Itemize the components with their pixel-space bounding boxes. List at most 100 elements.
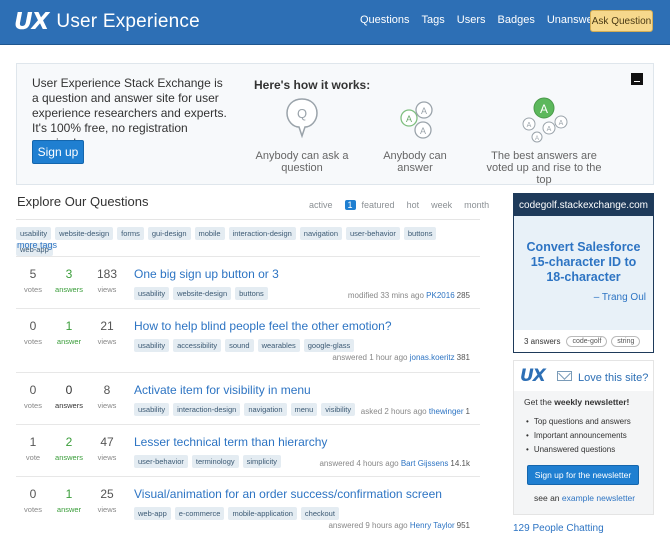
- tab-week[interactable]: week: [431, 200, 452, 210]
- more-tags-link[interactable]: more tags: [17, 240, 57, 250]
- tab-featured[interactable]: featured: [362, 200, 395, 210]
- vote-count: 5 votes: [24, 267, 42, 294]
- vote-count: 1 vote: [25, 435, 41, 462]
- featured-question-ad[interactable]: codegolf.stackexchange.com Convert Sales…: [513, 193, 654, 353]
- example-newsletter-link[interactable]: example newsletter: [562, 493, 635, 503]
- tag-chip[interactable]: usability: [134, 403, 170, 416]
- list-item: Unanswered questions: [526, 443, 631, 457]
- question-tags: usability website-design buttons: [134, 287, 272, 303]
- nav-questions[interactable]: Questions: [360, 14, 410, 26]
- tag-chip[interactable]: usability: [16, 227, 52, 240]
- question-tags: web-app e-commerce mobile-application ch…: [134, 507, 343, 523]
- answer-count: 2 answers: [55, 435, 83, 462]
- tab-active[interactable]: active: [309, 200, 333, 210]
- view-count: 25 views: [97, 487, 117, 514]
- how-it-works-title: Here's how it works:: [254, 78, 371, 92]
- user-link[interactable]: Bart Gijssens: [401, 459, 449, 468]
- question-meta: answered 9 hours ago Henry Taylor 951: [328, 521, 470, 530]
- question-title[interactable]: One big sign up button or 3: [134, 267, 279, 281]
- user-link[interactable]: PK2016: [426, 291, 454, 300]
- tag-chip[interactable]: menu: [290, 403, 318, 416]
- top-bar: UX User Experience Questions Tags Users …: [0, 0, 670, 45]
- newsletter-features: Top questions and answers Important anno…: [526, 415, 631, 457]
- question-row: 1 vote 2 answers 47 views Lesser technical …: [16, 424, 480, 476]
- question-row: 0 votes 1 answer 25 views Visual/animation …: [16, 476, 480, 538]
- tag-chip[interactable]: visibility: [321, 403, 356, 416]
- tag-chip[interactable]: sound: [225, 339, 254, 352]
- tag-chip[interactable]: e-commerce: [174, 507, 225, 520]
- newsletter-example: see an example newsletter: [534, 493, 636, 503]
- tag-chip[interactable]: user-behavior: [134, 455, 188, 468]
- tag-chip[interactable]: navigation: [299, 227, 342, 240]
- answer-count: 1 answer: [56, 487, 82, 514]
- tag-chip[interactable]: web-app: [134, 507, 171, 520]
- tag-chip[interactable]: buttons: [403, 227, 437, 240]
- question-tabs: active 1 featured hot week month: [309, 200, 501, 210]
- question-row: 0 votes 0 answers 8 views Activate item for…: [16, 372, 480, 424]
- tag-chip[interactable]: buttons: [235, 287, 268, 300]
- tag-chip[interactable]: interaction-design: [173, 403, 241, 416]
- tag-chip[interactable]: wearables: [257, 339, 300, 352]
- question-bubble-icon: Q: [286, 98, 318, 139]
- user-link[interactable]: jonas.koeritz: [410, 353, 455, 362]
- featured-count-badge: 1: [344, 200, 356, 210]
- question-row: 5 votes 3 answers 183 views One big sign up…: [16, 256, 480, 308]
- tab-hot[interactable]: hot: [407, 200, 420, 210]
- tag-chip[interactable]: checkout: [300, 507, 339, 520]
- tag-chip[interactable]: interaction-design: [228, 227, 296, 240]
- question-title[interactable]: How to help blind people feel the other …: [134, 319, 392, 333]
- tag-chip[interactable]: gui-design: [147, 227, 191, 240]
- tag-chip[interactable]: usability: [134, 339, 170, 352]
- ask-question-button[interactable]: Ask Question: [590, 10, 653, 32]
- vote-count: 0 votes: [24, 319, 42, 346]
- tag-chip[interactable]: simplicity: [242, 455, 282, 468]
- site-logo[interactable]: UX User Experience: [14, 9, 200, 35]
- question-meta: modified 33 mins ago PK2016 285: [347, 291, 470, 300]
- nav-badges[interactable]: Badges: [498, 14, 535, 26]
- view-count: 8 views: [97, 383, 117, 410]
- newsletter-signup-button[interactable]: Sign up for the newsletter: [527, 465, 639, 485]
- question-meta: asked 2 hours ago thewinger 1: [360, 407, 470, 416]
- logo-mark: UX: [14, 9, 49, 35]
- ad-question-title: Convert Salesforce 15-character ID to 18…: [526, 240, 641, 284]
- question-title[interactable]: Visual/animation for an order success/co…: [134, 487, 442, 501]
- tag-chip[interactable]: accessibility: [173, 339, 222, 352]
- explore-title: Explore Our Questions: [17, 194, 149, 209]
- answer-count: 1 answer: [56, 319, 82, 346]
- close-intro-icon[interactable]: [631, 73, 643, 85]
- envelope-icon: [557, 371, 572, 381]
- tag-chip[interactable]: terminology: [191, 455, 239, 468]
- answer-bubbles-icon: A A A: [400, 101, 433, 139]
- tag-chip[interactable]: google-glass: [303, 339, 355, 352]
- how-step-vote-caption: The best answers are voted up and rise t…: [486, 150, 602, 186]
- nav-users[interactable]: Users: [457, 14, 486, 26]
- tag-chip[interactable]: navigation: [244, 403, 287, 416]
- tag-chip[interactable]: mobile: [194, 227, 225, 240]
- newsletter-intro: Get the weekly newsletter!: [524, 397, 630, 407]
- tag-chip[interactable]: string: [611, 335, 641, 347]
- tag-chip[interactable]: website-design: [55, 227, 114, 240]
- tag-chip[interactable]: usability: [134, 287, 170, 300]
- ad-answer-count: 3 answers: [524, 336, 561, 346]
- tag-chip[interactable]: mobile-application: [228, 507, 297, 520]
- tab-month[interactable]: month: [464, 200, 489, 210]
- question-tags: user-behavior terminology simplicity: [134, 455, 285, 471]
- svg-text:A: A: [535, 136, 539, 142]
- answer-count: 3 answers: [55, 267, 83, 294]
- question-meta: answered 1 hour ago jonas.koeritz 381: [332, 353, 470, 362]
- tag-chip[interactable]: website-design: [173, 287, 232, 300]
- tag-chip[interactable]: user-behavior: [346, 227, 400, 240]
- divider: [16, 219, 480, 220]
- tag-chip[interactable]: forms: [117, 227, 144, 240]
- question-title[interactable]: Activate item for visibility in menu: [134, 383, 311, 397]
- question-title[interactable]: Lesser technical term than hierarchy: [134, 435, 327, 449]
- site-name: User Experience: [56, 11, 200, 32]
- chat-link[interactable]: 129 People Chatting: [513, 523, 604, 534]
- svg-text:A: A: [540, 102, 548, 116]
- nav-tags[interactable]: Tags: [422, 14, 445, 26]
- signup-button[interactable]: Sign up: [32, 140, 84, 164]
- user-link[interactable]: Henry Taylor: [410, 521, 455, 530]
- user-link[interactable]: thewinger: [429, 407, 464, 416]
- tag-chip[interactable]: code-golf: [566, 335, 608, 347]
- vote-count: 0 votes: [24, 383, 42, 410]
